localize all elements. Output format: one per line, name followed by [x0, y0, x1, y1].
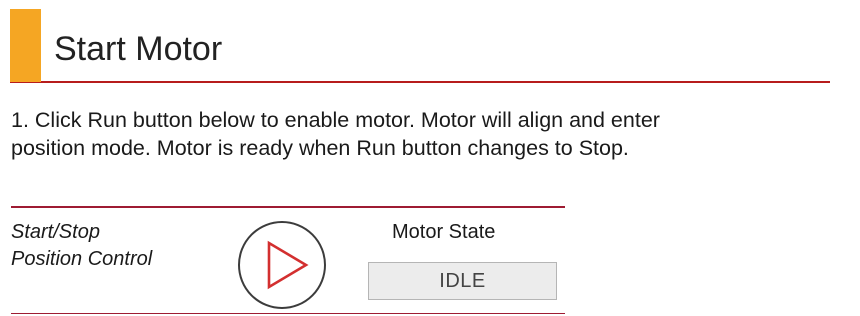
run-button[interactable]	[238, 221, 326, 309]
start-stop-label: Start/Stop Position Control	[11, 219, 152, 273]
motor-state-label: Motor State	[392, 221, 496, 243]
start-stop-label-line-1: Start/Stop	[11, 221, 100, 243]
start-motor-page: Start Motor 1. Click Run button below to…	[0, 0, 860, 316]
instruction-line-2: position mode. Motor is ready when Run b…	[11, 136, 629, 160]
start-stop-label-line-2: Position Control	[11, 248, 153, 270]
play-icon	[267, 240, 309, 290]
panel-top-divider	[11, 206, 565, 208]
motor-state-indicator: IDLE	[368, 262, 557, 300]
section-header: Start Motor	[10, 9, 830, 83]
panel-bottom-divider	[11, 313, 565, 314]
section-title: Start Motor	[54, 30, 223, 68]
section-accent-bar	[10, 9, 41, 82]
instruction-line-1: 1. Click Run button below to enable moto…	[11, 108, 660, 132]
instruction-text: 1. Click Run button below to enable moto…	[11, 106, 846, 162]
